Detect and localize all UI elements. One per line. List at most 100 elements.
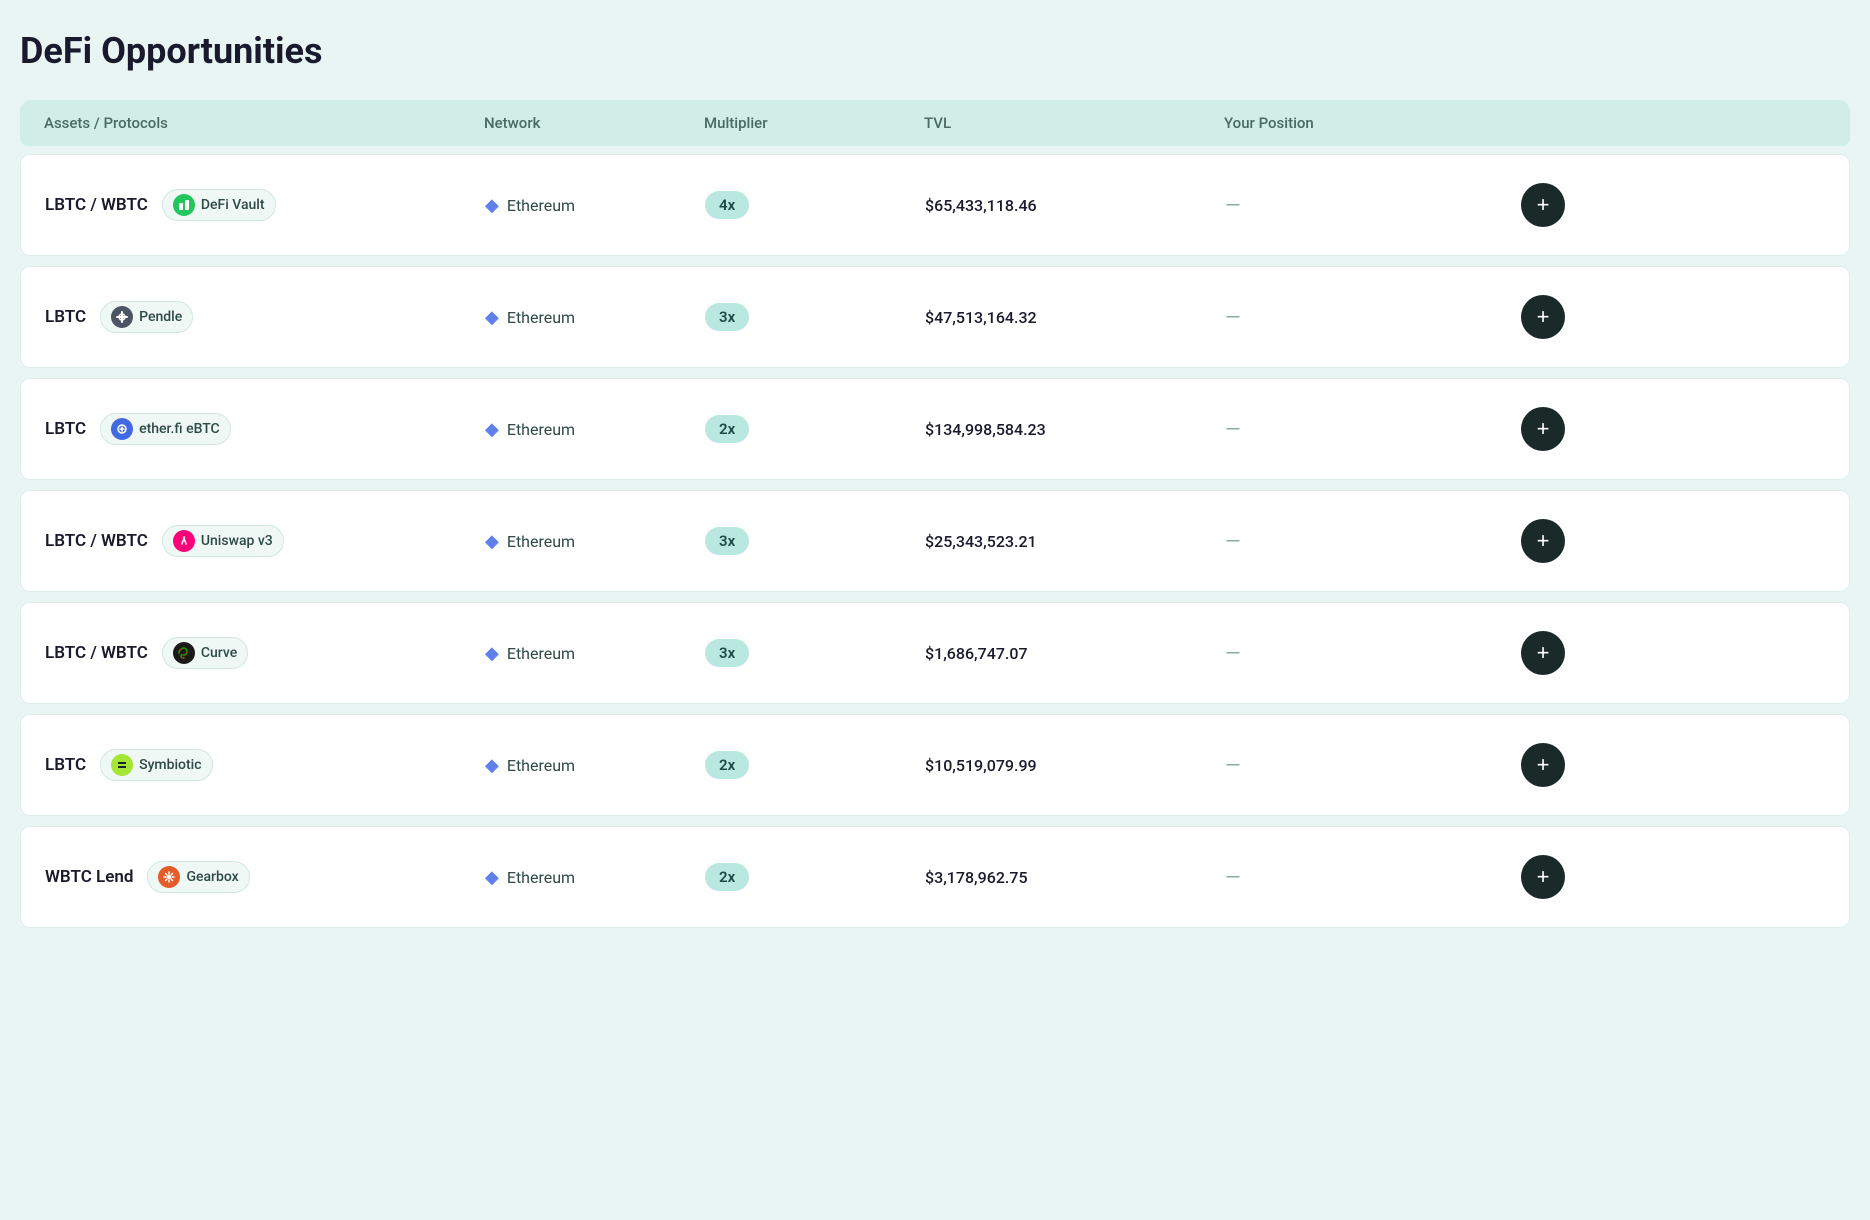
table-row: WBTC Lend Gearbox ◆ Ethereum 2x $3,178,9… [20, 826, 1850, 928]
action-cell-5: + [1485, 743, 1565, 787]
multiplier-badge-4: 3x [705, 639, 749, 667]
add-button-1[interactable]: + [1521, 295, 1565, 339]
protocol-badge-2: ether.fi eBTC [100, 413, 231, 445]
add-button-4[interactable]: + [1521, 631, 1565, 675]
tvl-cell-0: $65,433,118.46 [925, 196, 1225, 215]
protocol-badge-1: Pendle [100, 301, 193, 333]
asset-cell-6: WBTC Lend Gearbox [45, 861, 485, 893]
multiplier-cell-3: 3x [705, 527, 925, 555]
protocol-label-1: Pendle [139, 309, 182, 325]
protocol-label-5: Symbiotic [139, 757, 201, 773]
table-body: LBTC / WBTC DeFi Vault ◆ Ethereum 4x $65… [20, 154, 1850, 928]
network-cell-0: ◆ Ethereum [485, 195, 705, 216]
ethereum-icon-0: ◆ [485, 195, 499, 216]
asset-cell-3: LBTC / WBTC Uniswap v3 [45, 525, 485, 557]
position-cell-3: — [1225, 529, 1485, 553]
multiplier-badge-0: 4x [705, 191, 749, 219]
protocol-label-2: ether.fi eBTC [139, 421, 220, 437]
ethereum-icon-3: ◆ [485, 531, 499, 552]
multiplier-cell-2: 2x [705, 415, 925, 443]
action-cell-0: + [1485, 183, 1565, 227]
multiplier-badge-5: 2x [705, 751, 749, 779]
network-name-6: Ethereum [507, 868, 575, 887]
table-row: LBTC Pendle ◆ Ethereum 3x $47,513,164.32… [20, 266, 1850, 368]
action-cell-4: + [1485, 631, 1565, 675]
network-cell-5: ◆ Ethereum [485, 755, 705, 776]
network-cell-1: ◆ Ethereum [485, 307, 705, 328]
network-cell-4: ◆ Ethereum [485, 643, 705, 664]
add-button-6[interactable]: + [1521, 855, 1565, 899]
action-cell-1: + [1485, 295, 1565, 339]
position-cell-4: — [1225, 641, 1485, 665]
header-tvl: TVL [924, 114, 1224, 132]
ethereum-icon-4: ◆ [485, 643, 499, 664]
header-network: Network [484, 114, 704, 132]
ethereum-icon-1: ◆ [485, 307, 499, 328]
multiplier-cell-4: 3x [705, 639, 925, 667]
asset-name-0: LBTC / WBTC [45, 195, 148, 215]
protocol-badge-6: Gearbox [147, 861, 249, 893]
header-multiplier: Multiplier [704, 114, 924, 132]
multiplier-badge-3: 3x [705, 527, 749, 555]
tvl-cell-5: $10,519,079.99 [925, 756, 1225, 775]
asset-name-3: LBTC / WBTC [45, 531, 148, 551]
protocol-badge-4: Curve [162, 637, 248, 669]
position-cell-6: — [1225, 865, 1485, 889]
protocol-badge-3: Uniswap v3 [162, 525, 284, 557]
protocol-badge-0: DeFi Vault [162, 189, 276, 221]
action-cell-2: + [1485, 407, 1565, 451]
table-row: LBTC / WBTC Curve ◆ Ethereum 3x $1,686,7… [20, 602, 1850, 704]
network-name-2: Ethereum [507, 420, 575, 439]
add-button-5[interactable]: + [1521, 743, 1565, 787]
add-button-2[interactable]: + [1521, 407, 1565, 451]
network-name-5: Ethereum [507, 756, 575, 775]
protocol-label-6: Gearbox [186, 869, 238, 885]
multiplier-cell-0: 4x [705, 191, 925, 219]
table-row: LBTC / WBTC DeFi Vault ◆ Ethereum 4x $65… [20, 154, 1850, 256]
header-action [1484, 114, 1564, 132]
table-row: LBTC Symbiotic ◆ Ethereum 2x $10,519,079… [20, 714, 1850, 816]
network-name-4: Ethereum [507, 644, 575, 663]
action-cell-6: + [1485, 855, 1565, 899]
tvl-cell-2: $134,998,584.23 [925, 420, 1225, 439]
tvl-cell-3: $25,343,523.21 [925, 532, 1225, 551]
ethereum-icon-2: ◆ [485, 419, 499, 440]
asset-name-2: LBTC [45, 419, 86, 439]
position-cell-1: — [1225, 305, 1485, 329]
add-button-0[interactable]: + [1521, 183, 1565, 227]
network-name-3: Ethereum [507, 532, 575, 551]
tvl-cell-6: $3,178,962.75 [925, 868, 1225, 887]
tvl-cell-1: $47,513,164.32 [925, 308, 1225, 327]
header-position: Your Position [1224, 114, 1484, 132]
add-button-3[interactable]: + [1521, 519, 1565, 563]
position-cell-2: — [1225, 417, 1485, 441]
table-row: LBTC / WBTC Uniswap v3 ◆ Ethereum 3x $25… [20, 490, 1850, 592]
action-cell-3: + [1485, 519, 1565, 563]
ethereum-icon-5: ◆ [485, 755, 499, 776]
asset-cell-5: LBTC Symbiotic [45, 749, 485, 781]
protocol-badge-5: Symbiotic [100, 749, 212, 781]
asset-cell-2: LBTC ether.fi eBTC [45, 413, 485, 445]
asset-name-6: WBTC Lend [45, 867, 133, 887]
defi-table: Assets / Protocols Network Multiplier TV… [20, 100, 1850, 938]
page-title: DeFi Opportunities [20, 30, 1850, 72]
position-cell-5: — [1225, 753, 1485, 777]
network-name-0: Ethereum [507, 196, 575, 215]
table-row: LBTC ether.fi eBTC ◆ Ethereum 2x $134,99… [20, 378, 1850, 480]
asset-cell-4: LBTC / WBTC Curve [45, 637, 485, 669]
asset-cell-1: LBTC Pendle [45, 301, 485, 333]
multiplier-cell-6: 2x [705, 863, 925, 891]
protocol-label-4: Curve [201, 645, 237, 661]
network-cell-2: ◆ Ethereum [485, 419, 705, 440]
multiplier-badge-1: 3x [705, 303, 749, 331]
table-header: Assets / Protocols Network Multiplier TV… [20, 100, 1850, 146]
asset-name-5: LBTC [45, 755, 86, 775]
network-cell-3: ◆ Ethereum [485, 531, 705, 552]
multiplier-cell-1: 3x [705, 303, 925, 331]
network-cell-6: ◆ Ethereum [485, 867, 705, 888]
multiplier-cell-5: 2x [705, 751, 925, 779]
multiplier-badge-2: 2x [705, 415, 749, 443]
multiplier-badge-6: 2x [705, 863, 749, 891]
asset-name-1: LBTC [45, 307, 86, 327]
asset-cell-0: LBTC / WBTC DeFi Vault [45, 189, 485, 221]
